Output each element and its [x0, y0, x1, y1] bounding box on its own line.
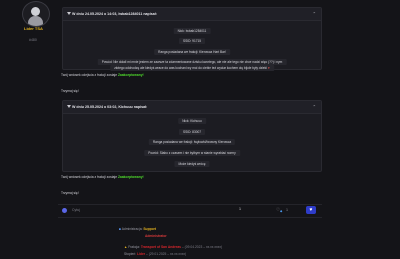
- faction-icon: ▲: [124, 245, 128, 249]
- author-rank: Lider TSA: [24, 26, 43, 31]
- farewell-text-2: Trzymaj się!: [61, 191, 79, 195]
- status-accepted: Zaakceptowany!: [118, 175, 144, 179]
- quote-line: Nick: Iwbab1284011: [173, 28, 211, 34]
- quote-line: SSID: 91715: [178, 38, 206, 44]
- response-text-1: Twój wniosek odejścia z frakcji zostaje …: [61, 73, 144, 77]
- quote-header-2[interactable]: W dniu 25.05.2024 o 03:02, Kichuuu napis…: [63, 101, 321, 114]
- quote-line: Może kiedyś wrócę: [174, 161, 210, 167]
- quote-line: Powód: Słabo z czasem i nie byłbym w sta…: [144, 150, 240, 156]
- collapse-chevron-icon[interactable]: ⌃: [313, 101, 316, 113]
- quote-header-text: W dniu 25.05.2024 o 03:02, Kichuuu napis…: [72, 105, 148, 109]
- thanks-icon[interactable]: ◆: [280, 209, 282, 213]
- author-avatar[interactable]: [22, 1, 50, 27]
- admin-role: Support: [143, 227, 156, 231]
- post-action-bar: Cytuj ♡ 1 ◆: [58, 204, 322, 218]
- status-accepted: Zaakceptowany!: [118, 73, 144, 77]
- quote-arrow-icon: [67, 105, 71, 108]
- signature-rank-line: Stopień: Lider – (29.01.2025 – xx.xx.xxx…: [124, 252, 187, 256]
- response-text-2: Twój wniosek odejścia z frakcji zostaje …: [61, 175, 144, 179]
- farewell-text-1: Trzymaj się!: [61, 89, 79, 93]
- avatar-body: [28, 16, 43, 26]
- quote-header-text: W dniu 24.05.2024 o 14:03, Iwbab1284011 …: [72, 12, 157, 16]
- reply-avatar-icon: [62, 208, 67, 213]
- faction-name: Transport of San Andreas: [140, 245, 182, 249]
- author-post-count: #480: [29, 38, 37, 42]
- quote-header-1[interactable]: W dniu 24.05.2024 o 14:03, Iwbab1284011 …: [63, 8, 321, 21]
- quote-line: Ranga posiadana we frakcji: Iwyłowki/Iwo…: [148, 139, 236, 145]
- heart-icon: ♥: [267, 66, 270, 70]
- quote-line: Nick: Kichuuu: [178, 118, 206, 124]
- quote-block-1: W dniu 24.05.2024 o 14:03, Iwbab1284011 …: [62, 7, 322, 71]
- reaction-heart-button[interactable]: ♥: [306, 206, 316, 214]
- avatar-head: [31, 7, 40, 16]
- signature-faction-line: ▲ Frakcja: Transport of San Andreas – (0…: [124, 245, 223, 249]
- quote-line: Ranga posiadana we frakcji: Kierowca Har…: [154, 49, 230, 55]
- admin-title: Administrator: [145, 234, 167, 238]
- collapse-chevron-icon[interactable]: ⌃: [313, 8, 316, 20]
- signature-admin-line: ■ Administracja: Support: [119, 227, 156, 231]
- faction-rank: Lider: [137, 252, 146, 256]
- reaction-count: 1: [239, 207, 241, 211]
- quote-block-2: W dniu 25.05.2024 o 03:02, Kichuuu napis…: [62, 100, 322, 172]
- quote-line: SSID: 83007: [178, 129, 206, 135]
- quote-line: złotego odchodzę ale kiedyś wrace do was…: [110, 65, 274, 71]
- admin-icon: ■: [119, 227, 121, 231]
- quote-arrow-icon: [67, 12, 71, 15]
- signature-role-line: Administrator: [145, 234, 167, 238]
- like-count: 1: [286, 208, 288, 212]
- quote-button[interactable]: Cytuj: [72, 208, 80, 212]
